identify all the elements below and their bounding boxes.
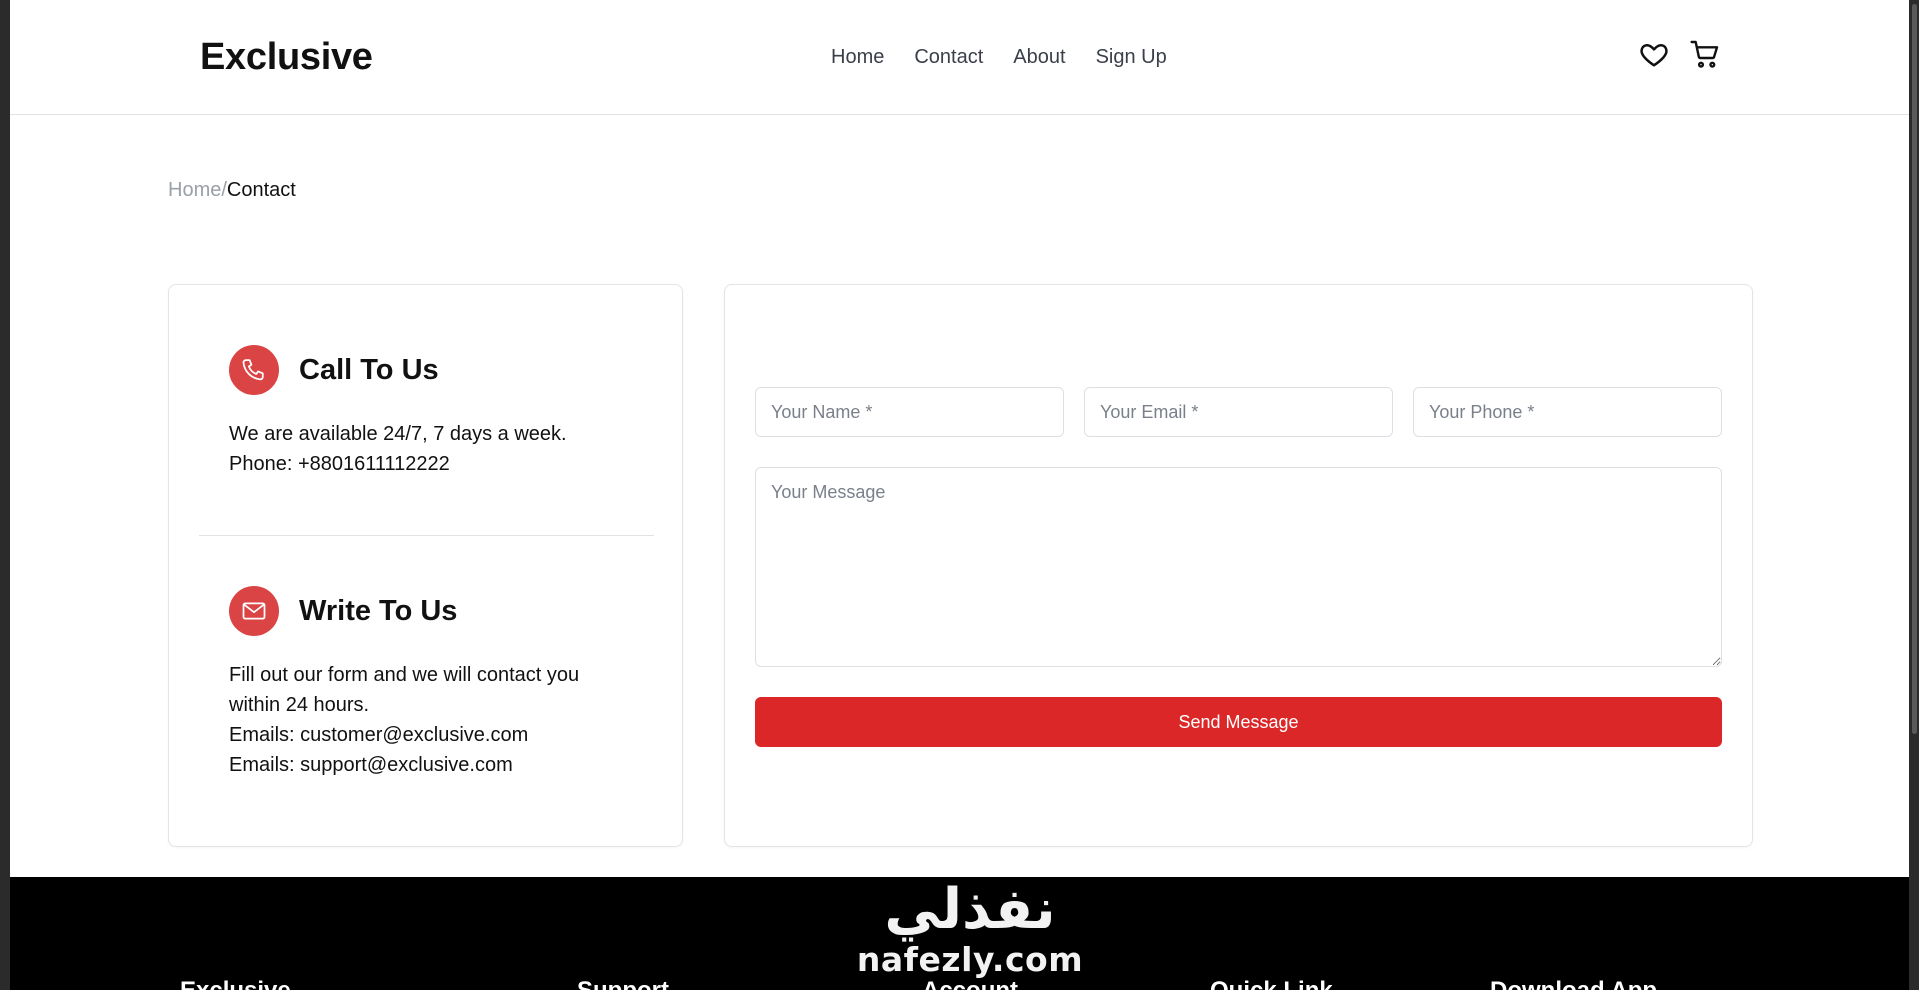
watermark-logo: نفذلي nafezly.com: [850, 878, 1090, 990]
footer-col-exclusive: Exclusive: [180, 977, 291, 990]
footer-col-download-app: Download App: [1490, 977, 1657, 990]
phone-icon: [229, 345, 279, 395]
send-message-button[interactable]: Send Message: [755, 697, 1722, 747]
contact-info-card: Call To Us We are available 24/7, 7 days…: [168, 284, 683, 847]
email-support: Emails: support@exclusive.com: [229, 754, 513, 776]
call-phone: Phone: +8801611112222: [229, 453, 450, 475]
message-textarea[interactable]: [755, 467, 1722, 667]
info-divider: [199, 535, 654, 536]
site-logo[interactable]: Exclusive: [200, 36, 373, 79]
page-scrollbar[interactable]: [1909, 0, 1919, 990]
breadcrumb-current: Contact: [226, 179, 296, 201]
contact-form-card: Send Message: [724, 284, 1753, 847]
phone-input[interactable]: [1413, 387, 1722, 437]
call-title: Call To Us: [299, 353, 439, 386]
footer-col-support: Support: [577, 977, 669, 990]
heart-icon[interactable]: [1639, 39, 1669, 69]
write-section: Write To Us Fill out our form and we wil…: [229, 586, 649, 780]
watermark-latin: nafezly.com: [856, 940, 1084, 979]
call-section: Call To Us We are available 24/7, 7 days…: [229, 345, 649, 479]
watermark-arabic: نفذلي: [884, 877, 1056, 942]
write-title: Write To Us: [299, 594, 458, 627]
email-input[interactable]: [1084, 387, 1393, 437]
mail-icon: [229, 586, 279, 636]
cart-icon[interactable]: [1689, 38, 1721, 70]
nav-about[interactable]: About: [1013, 46, 1065, 69]
call-availability: We are available 24/7, 7 days a week.: [229, 423, 567, 445]
nav-contact[interactable]: Contact: [914, 46, 983, 69]
breadcrumb: Home/Contact: [168, 179, 296, 202]
write-description-line1: Fill out our form and we will contact yo…: [229, 664, 580, 686]
nav-sign-up[interactable]: Sign Up: [1096, 46, 1167, 69]
header-actions: [1639, 38, 1721, 70]
nav-home[interactable]: Home: [831, 46, 884, 69]
footer-col-quick-link: Quick Link: [1210, 977, 1333, 990]
scrollbar-thumb[interactable]: [1912, 4, 1917, 734]
page-viewport: Exclusive Home Contact About Sign Up Hom…: [10, 0, 1909, 990]
email-customer: Emails: customer@exclusive.com: [229, 724, 529, 746]
name-input[interactable]: [755, 387, 1064, 437]
write-description-line2: within 24 hours.: [229, 694, 370, 716]
breadcrumb-home[interactable]: Home: [168, 179, 221, 201]
site-header: Exclusive Home Contact About Sign Up: [10, 0, 1909, 115]
main-nav: Home Contact About Sign Up: [831, 46, 1167, 69]
